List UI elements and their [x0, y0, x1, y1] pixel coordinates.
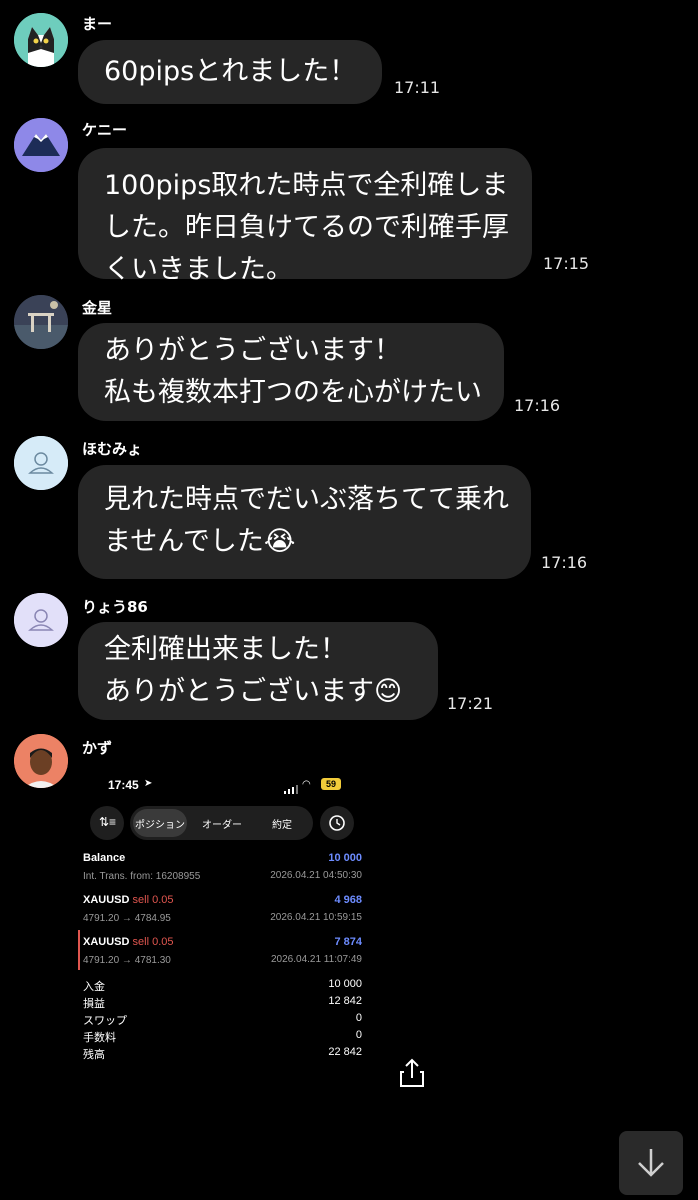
- summary-row: スワップ 0: [83, 1012, 362, 1028]
- summary-label: スワップ: [83, 1015, 127, 1027]
- share-button[interactable]: [398, 1058, 426, 1092]
- position-row[interactable]: XAUUSD sell 0.05 4 968: [83, 894, 362, 906]
- mountain-avatar-icon: [14, 118, 68, 172]
- location-icon: ➤: [144, 778, 153, 789]
- tab-deals[interactable]: 約定: [272, 816, 292, 831]
- sender-name: ほむみょ: [82, 440, 143, 458]
- summary-row: 損益 12 842: [83, 995, 362, 1011]
- person-icon: [14, 436, 68, 490]
- wifi-icon: ◠: [302, 779, 311, 790]
- share-icon: [400, 1058, 424, 1087]
- message-time: 17:15: [543, 254, 590, 273]
- signal-icon: [284, 781, 298, 799]
- tab-bar: ポジション オーダー 約定: [130, 806, 313, 840]
- transfer-row: Int. Trans. from: 16208955 2026.04.21 04…: [83, 870, 362, 882]
- avatar-cat[interactable]: [14, 13, 68, 67]
- balance-label: Balance: [83, 852, 126, 864]
- sender-name: 金星: [82, 299, 113, 317]
- clock-icon: [329, 815, 345, 831]
- position-profit: 4 968: [334, 894, 362, 906]
- summary-value: 0: [355, 1029, 362, 1041]
- message-bubble[interactable]: ありがとうございます！ 私も複数本打つのを心がけたい: [78, 323, 504, 421]
- history-button[interactable]: [320, 806, 354, 840]
- position-prices: 4791.20 → 4781.30: [83, 955, 171, 966]
- summary-value: 0: [355, 1012, 362, 1024]
- message-time: 17:21: [447, 694, 494, 713]
- position-side: sell 0.05: [132, 894, 174, 906]
- summary-label: 残高: [83, 1049, 105, 1061]
- message-bubble[interactable]: 60pipsとれました！: [78, 40, 383, 104]
- avatar-person[interactable]: [14, 734, 68, 788]
- sender-name: ケニー: [82, 121, 128, 139]
- position-detail: 4791.20 → 4784.95 2026.04.21 10:59:15: [83, 912, 362, 924]
- position-side: sell 0.05: [132, 936, 174, 948]
- position-row[interactable]: XAUUSD sell 0.05 7 874: [83, 936, 362, 948]
- sender-name: まー: [82, 15, 113, 33]
- position-detail: 4791.20 → 4781.30 2026.04.21 11:07:49: [83, 954, 362, 966]
- sort-button[interactable]: ⇅≡: [90, 806, 124, 840]
- message-bubble[interactable]: 全利確出来ました！ ありがとうございます😊: [78, 622, 438, 720]
- trade-screenshot[interactable]: 17:45 ➤ ◠ 59 ⇅≡ ポジション オーダー 約定 Balance 10…: [78, 772, 370, 1072]
- summary-value: 10 000: [328, 978, 362, 990]
- arrow-down-icon: [638, 1149, 664, 1177]
- status-time: 17:45: [108, 778, 139, 792]
- scroll-down-button[interactable]: [619, 1131, 683, 1195]
- message-bubble[interactable]: 100pips取れた時点で全利確しま した。昨日負けてるので利確手厚 くいきまし…: [78, 148, 532, 285]
- transfer-time: 2026.04.21 04:50:30: [270, 870, 362, 881]
- balance-value: 10 000: [328, 852, 362, 864]
- battery-icon: 59: [321, 778, 341, 790]
- message-time: 17:11: [394, 78, 441, 97]
- torii-photo-icon: [14, 295, 68, 349]
- summary-label: 損益: [83, 998, 105, 1010]
- selected-marker: [78, 930, 80, 970]
- position-time: 2026.04.21 11:07:49: [270, 954, 362, 965]
- person-icon: [14, 593, 68, 647]
- position-prices: 4791.20 → 4784.95: [83, 913, 171, 924]
- position-profit: 7 874: [334, 936, 362, 948]
- transfer-label: Int. Trans. from: 16208955: [83, 871, 201, 882]
- position-symbol: XAUUSD: [83, 936, 130, 948]
- tab-orders[interactable]: オーダー: [202, 816, 242, 831]
- sort-icon: ⇅≡: [99, 815, 117, 829]
- avatar-mountain[interactable]: [14, 118, 68, 172]
- summary-label: 入金: [83, 981, 105, 993]
- avatar-default[interactable]: [14, 593, 68, 647]
- message-bubble[interactable]: 見れた時点でだいぶ落ちてて乗れ ませんでした😭: [78, 465, 531, 579]
- position-time: 2026.04.21 10:59:15: [270, 912, 362, 923]
- tab-positions[interactable]: ポジション: [135, 816, 185, 831]
- sender-name: りょう86: [82, 598, 148, 616]
- summary-row: 残高 22 842: [83, 1046, 362, 1062]
- summary-row: 入金 10 000: [83, 978, 362, 994]
- man-avatar-icon: [14, 734, 68, 788]
- sender-name: かず: [82, 739, 113, 757]
- message-time: 17:16: [541, 553, 588, 572]
- avatar-photo[interactable]: [14, 295, 68, 349]
- summary-label: 手数料: [83, 1032, 116, 1044]
- message-time: 17:16: [514, 396, 561, 415]
- summary-row: 手数料 0: [83, 1029, 362, 1045]
- position-symbol: XAUUSD: [83, 894, 130, 906]
- summary-value: 12 842: [328, 995, 362, 1007]
- summary-value: 22 842: [328, 1046, 362, 1058]
- avatar-default[interactable]: [14, 436, 68, 490]
- balance-row: Balance 10 000: [83, 852, 362, 864]
- cat-avatar-icon: [14, 13, 68, 67]
